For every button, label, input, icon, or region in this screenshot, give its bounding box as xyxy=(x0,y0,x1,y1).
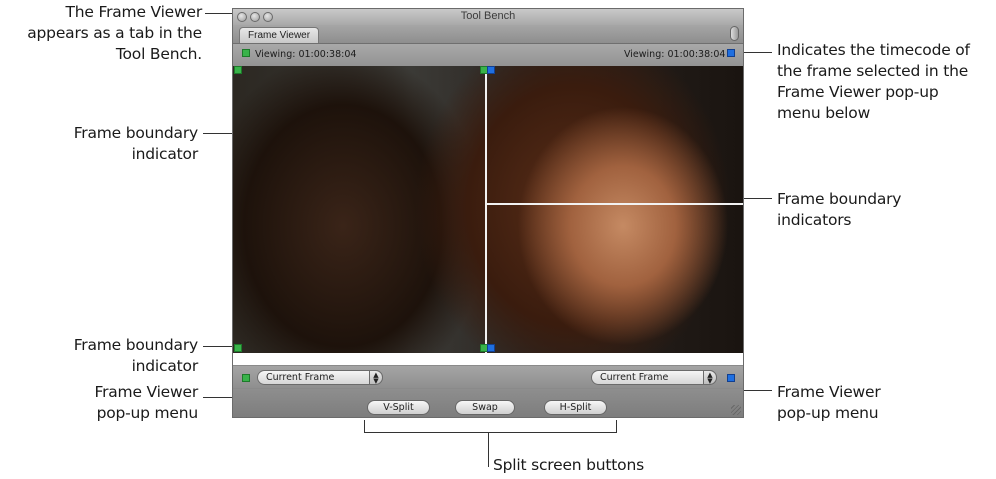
window-title: Tool Bench xyxy=(460,10,516,22)
callout-split-buttons: Split screen buttons xyxy=(493,456,644,474)
callout-boundaries: Frame boundary indicators xyxy=(777,189,901,231)
scroll-knob-icon[interactable] xyxy=(730,26,739,41)
tab-frame-viewer[interactable]: Frame Viewer xyxy=(239,27,319,43)
leader-split-buttons-down xyxy=(488,432,489,467)
callout-timecode-line2: the frame selected in the xyxy=(777,62,969,80)
boundary-indicator-bottom-center-blue-icon[interactable] xyxy=(487,344,495,352)
callout-popup-left: Frame Viewer pop-up menu xyxy=(94,382,198,424)
callout-boundaries-line2: indicators xyxy=(777,211,852,229)
callout-boundaries-line1: Frame boundary xyxy=(777,190,902,208)
right-frame-popup-value: Current Frame xyxy=(600,372,669,383)
callout-boundary-bottom-line1: Frame boundary xyxy=(73,336,198,354)
callout-frame-viewer-tab: The Frame Viewer appears as a tab in the… xyxy=(27,2,202,65)
right-timecode: Viewing: 01:00:38:04 xyxy=(624,49,726,60)
v-split-button[interactable]: V-Split xyxy=(367,400,430,415)
horizontal-split-line[interactable] xyxy=(485,203,743,205)
h-split-button[interactable]: H-Split xyxy=(544,400,607,415)
tab-strip: Frame Viewer xyxy=(233,25,743,44)
callout-boundary-top-line1: Frame boundary xyxy=(73,124,198,142)
left-timecode: Viewing: 01:00:38:04 xyxy=(255,49,357,60)
tool-bench-window: Tool Bench Frame Viewer Viewing: 01:00:3… xyxy=(232,8,744,418)
boundary-indicator-top-left-icon[interactable] xyxy=(234,66,242,74)
boundary-indicator-top-center-blue-icon[interactable] xyxy=(487,66,495,74)
callout-frame-viewer-tab-line3: Tool Bench. xyxy=(115,45,202,63)
callout-boundary-top: Frame boundary indicator xyxy=(74,123,198,165)
leader-split-buttons-right xyxy=(616,420,617,433)
callout-popup-right: Frame Viewer pop-up menu xyxy=(777,382,881,424)
right-popup-indicator-icon xyxy=(727,374,735,382)
callout-timecode-line4: menu below xyxy=(777,104,871,122)
callout-boundary-bottom-line2: indicator xyxy=(131,357,199,375)
callout-timecode: Indicates the timecode of the frame sele… xyxy=(777,40,970,124)
callout-frame-viewer-tab-line2: appears as a tab in the xyxy=(27,24,202,42)
leader-boundaries xyxy=(740,198,772,199)
leader-split-buttons-left xyxy=(364,420,365,433)
leader-split-buttons-h xyxy=(364,432,617,433)
swap-button[interactable]: Swap xyxy=(455,400,515,415)
callout-popup-left-line2: pop-up menu xyxy=(96,404,199,422)
callout-timecode-line3: Frame Viewer pop-up xyxy=(777,83,939,101)
boundary-indicator-bottom-left-icon[interactable] xyxy=(234,344,242,352)
callout-boundary-bottom: Frame boundary indicator xyxy=(74,335,198,377)
callout-timecode-line1: Indicates the timecode of xyxy=(777,41,970,59)
right-frame-indicator-icon xyxy=(727,49,735,57)
left-popup-indicator-icon xyxy=(242,374,250,382)
callout-frame-viewer-tab-line1: The Frame Viewer xyxy=(65,3,203,21)
callout-popup-left-line1: Frame Viewer xyxy=(94,383,198,401)
left-frame-popup-value: Current Frame xyxy=(266,372,335,383)
callout-popup-right-line1: Frame Viewer xyxy=(777,383,881,401)
left-frame-indicator-icon xyxy=(242,49,250,57)
left-frame-popup[interactable]: Current Frame ▲ ▼ xyxy=(257,370,383,385)
callout-popup-right-line2: pop-up menu xyxy=(777,404,879,422)
window-titlebar[interactable]: Tool Bench xyxy=(233,9,743,26)
resize-grip-icon[interactable] xyxy=(731,405,741,415)
viewer-bottom-margin xyxy=(233,353,743,365)
callout-boundary-top-line2: indicator xyxy=(131,145,199,163)
right-frame-popup[interactable]: Current Frame ▲ ▼ xyxy=(591,370,717,385)
vertical-split-line[interactable] xyxy=(485,66,487,353)
frame-viewer-image xyxy=(233,66,743,353)
